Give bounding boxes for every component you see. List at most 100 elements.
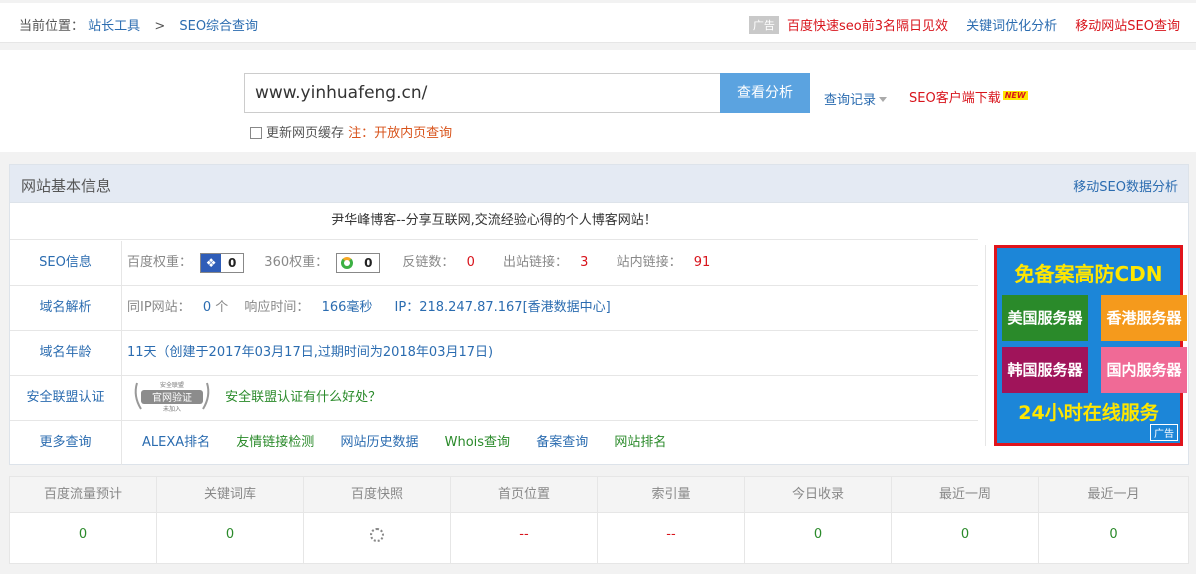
today-indexed-value[interactable]: 0 [745, 513, 892, 563]
friend-link-check-link[interactable]: 友情链接检测 [236, 435, 314, 450]
seal-main-text: 官网验证 [152, 391, 192, 404]
same-ip-value[interactable]: 0 [203, 300, 211, 315]
caret-down-icon [879, 97, 888, 102]
verification-seal-icon[interactable]: 安全联盟 官网验证 未加入 [131, 379, 213, 413]
inlinks-label: 站内链接： [616, 255, 682, 270]
seal-sub-text: 未加入 [163, 405, 181, 413]
stats-header-cell: 首页位置 [451, 477, 598, 513]
weight-360-badge[interactable]: 0 [336, 252, 381, 273]
panel-header: 网站基本信息 移动SEO数据分析 [10, 165, 1188, 203]
seo-client-download-link[interactable]: SEO客户端下载 NEW [909, 87, 1028, 106]
backlinks-value[interactable]: 0 [467, 255, 475, 270]
ad-title: 免备案高防CDN [1014, 262, 1163, 286]
breadcrumb-link-tools[interactable]: 站长工具 [88, 19, 140, 34]
refresh-cache-checkbox[interactable] [250, 127, 262, 139]
stats-header-cell: 关键词库 [157, 477, 304, 513]
breadcrumb-link-seo[interactable]: SEO综合查询 [179, 19, 258, 34]
stats-header-row: 百度流量预计 关键词库 百度快照 首页位置 索引量 今日收录 最近一周 最近一月 [10, 477, 1188, 513]
analyze-button[interactable]: 查看分析 [720, 73, 810, 113]
site-info-panel: 网站基本信息 移动SEO数据分析 尹华峰博客--分享互联网,交流经验心得的个人博… [9, 164, 1189, 465]
search-area: www.yinhuafeng.cn/ 查看分析 查询记录 SEO客户端下载 NEW… [0, 50, 1196, 152]
ad-tile-hk-server[interactable]: 香港服务器 [1101, 295, 1187, 341]
keyword-lib-value[interactable]: 0 [157, 513, 304, 563]
index-count-value: -- [598, 513, 745, 563]
site-rank-link[interactable]: 网站排名 [614, 435, 666, 450]
refresh-cache-label: 更新网页缓存 [266, 126, 345, 141]
stats-header-cell: 索引量 [598, 477, 745, 513]
domain-age-row: 域名年龄 11天（创建于2017年03月17日,过期时间为2018年03月17日… [10, 331, 978, 376]
baidu-weight-label: 百度权重： [127, 255, 193, 270]
mobile-seo-analysis-link[interactable]: 移动SEO数据分析 [1073, 176, 1178, 195]
query-history-dropdown[interactable]: 查询记录 [824, 89, 888, 108]
last-month-value[interactable]: 0 [1039, 513, 1188, 563]
url-search-input[interactable]: www.yinhuafeng.cn/ [244, 73, 721, 113]
cache-option: 更新网页缓存 注：开放内页查询 [250, 122, 452, 141]
top-ad-links: 广告 百度快速seo前3名隔日见效 关键词优化分析 移动网站SEO查询 [748, 15, 1180, 34]
loading-spinner-icon [370, 527, 384, 542]
baidu-weight-value: 0 [227, 255, 237, 270]
weight-360-value: 0 [364, 255, 373, 270]
domain-age-label[interactable]: 域名年龄 [10, 331, 122, 375]
breadcrumb-separator: > [154, 19, 166, 34]
stats-header-cell: 百度流量预计 [10, 477, 157, 513]
more-query-label[interactable]: 更多查询 [10, 421, 122, 465]
ad-link-baidu-seo[interactable]: 百度快速seo前3名隔日见效 [787, 19, 948, 34]
stats-header-cell: 最近一周 [892, 477, 1039, 513]
more-query-links: ALEXA排名 友情链接检测 网站历史数据 Whois查询 备案查询 网站排名 [142, 421, 666, 465]
same-ip-unit: 个 [215, 300, 229, 315]
ad-tile-us-server[interactable]: 美国服务器 [1002, 295, 1088, 341]
icp-record-link[interactable]: 备案查询 [536, 435, 588, 450]
stats-header-cell: 百度快照 [304, 477, 451, 513]
site-description: 尹华峰博客--分享互联网,交流经验心得的个人博客网站！ [10, 203, 978, 240]
breadcrumb: 当前位置： 站长工具 > SEO综合查询 [19, 15, 258, 34]
cdn-ad-block: 免备案高防CDN 美国服务器 香港服务器 韩国服务器 国内服务器 24小时在线服… [985, 245, 1187, 446]
domain-resolve-label[interactable]: 域名解析 [10, 286, 122, 330]
domain-resolve-values: 同IP网站： 0 个 响应时间： 166毫秒 IP：218.247.87.167… [127, 286, 611, 330]
baidu-weight-badge[interactable]: ❖ 0 [200, 252, 245, 273]
outlinks-value[interactable]: 3 [580, 255, 588, 270]
ip-address-link[interactable]: IP：218.247.87.167[香港数据中心] [395, 300, 611, 315]
ad-mini-tag: 广告 [1150, 424, 1178, 441]
stats-table: 百度流量预计 关键词库 百度快照 首页位置 索引量 今日收录 最近一周 最近一月… [9, 476, 1189, 564]
outlinks-label: 出站链接： [502, 255, 568, 270]
top-bar: 当前位置： 站长工具 > SEO综合查询 广告 百度快速seo前3名隔日见效 关… [0, 3, 1196, 43]
keyword-optimize-link[interactable]: 关键词优化分析 [966, 19, 1057, 34]
seo-info-row: SEO信息 百度权重： ❖ 0 360权重： 0 反链数： 0 出站链接： 3 站… [10, 241, 978, 286]
security-benefit-link[interactable]: 安全联盟认证有什么好处？ [225, 390, 381, 405]
inlinks-value[interactable]: 91 [694, 255, 711, 270]
stats-header-cell: 今日收录 [745, 477, 892, 513]
ad-footer: 24小时在线服务 [1018, 402, 1159, 424]
baidu-traffic-value[interactable]: 0 [10, 513, 157, 563]
stats-header-cell: 最近一月 [1087, 487, 1140, 502]
whois-link[interactable]: Whois查询 [445, 435, 510, 450]
download-label: SEO客户端下载 [909, 91, 1001, 106]
mobile-seo-link[interactable]: 移动网站SEO查询 [1075, 19, 1180, 34]
alexa-rank-link[interactable]: ALEXA排名 [142, 435, 210, 450]
ad-tile-cn-server[interactable]: 国内服务器 [1101, 347, 1187, 393]
response-time-value: 166毫秒 [321, 300, 373, 315]
same-ip-label: 同IP网站： [127, 300, 191, 315]
baidu-paw-icon: ❖ [201, 253, 222, 272]
new-badge: NEW [1002, 91, 1028, 100]
ad-tag: 广告 [748, 16, 779, 34]
site-history-link[interactable]: 网站历史数据 [340, 435, 418, 450]
cdn-ad-banner[interactable]: 免备案高防CDN 美国服务器 香港服务器 韩国服务器 国内服务器 24小时在线服… [994, 245, 1187, 446]
query-history-label: 查询记录 [824, 93, 877, 108]
cache-note: 注：开放内页查询 [348, 126, 453, 141]
domain-age-values: 11天（创建于2017年03月17日,过期时间为2018年03月17日) [127, 331, 493, 375]
homepage-position-value: -- [451, 513, 598, 563]
seal-top-text: 安全联盟 [160, 381, 184, 389]
seo-info-values: 百度权重： ❖ 0 360权重： 0 反链数： 0 出站链接： 3 站内链接： 9… [127, 241, 710, 285]
domain-resolve-row: 域名解析 同IP网站： 0 个 响应时间： 166毫秒 IP：218.247.8… [10, 286, 978, 331]
security-cert-row: 安全联盟认证 安全联盟 官网验证 未加入 安全联盟认证有什么好处？ [10, 376, 978, 421]
seo-info-label[interactable]: SEO信息 [10, 241, 122, 285]
more-query-row: 更多查询 ALEXA排名 友情链接检测 网站历史数据 Whois查询 备案查询 … [10, 421, 978, 466]
ad-tile-kr-server[interactable]: 韩国服务器 [1002, 347, 1088, 393]
baidu-snapshot-value [304, 513, 451, 563]
security-cert-values: 安全联盟 官网验证 未加入 安全联盟认证有什么好处？ [131, 376, 381, 420]
security-cert-label[interactable]: 安全联盟认证 [10, 376, 122, 420]
last-week-value[interactable]: 0 [892, 513, 1039, 563]
panel-title: 网站基本信息 [21, 177, 112, 195]
domain-age-value: 11天（创建于2017年03月17日,过期时间为2018年03月17日) [127, 345, 494, 360]
weight-360-label: 360权重： [264, 255, 329, 270]
